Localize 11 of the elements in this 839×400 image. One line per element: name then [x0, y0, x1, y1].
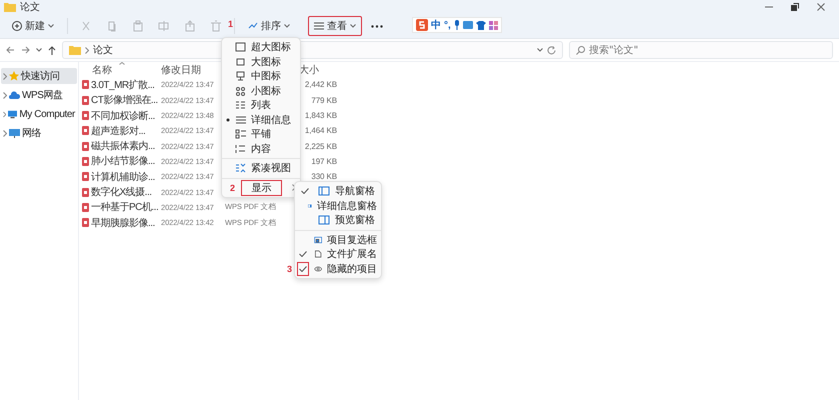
file-size: 330 KB — [310, 172, 337, 182]
callout-number: 1 — [228, 19, 234, 29]
file-size: 197 KB — [310, 156, 337, 166]
file-size: 1,464 KB — [304, 126, 337, 136]
file-size: 1,843 KB — [304, 111, 337, 120]
window-title: 论文 — [20, 0, 41, 14]
file-size: 779 KB — [310, 96, 337, 105]
file-size: 2,225 KB — [304, 142, 337, 151]
callout-number: 2 — [230, 183, 236, 193]
callout-number: 3 — [287, 264, 292, 274]
file-size: 2,442 KB — [304, 80, 337, 90]
